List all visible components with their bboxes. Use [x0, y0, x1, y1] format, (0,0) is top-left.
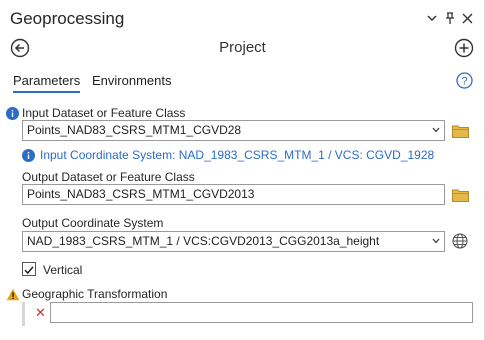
tool-nav-bar: Project	[0, 36, 485, 62]
tab-environments[interactable]: Environments	[92, 73, 171, 93]
remove-icon[interactable]: ✕	[35, 306, 46, 320]
pin-button[interactable]	[442, 10, 458, 26]
info-icon	[22, 149, 35, 162]
output-dataset-value: Points_NAD83_CSRS_MTM1_CGVD2013	[27, 187, 255, 201]
pane-title: Geoprocessing	[10, 9, 125, 28]
globe-icon[interactable]	[452, 233, 468, 249]
output-dataset-label: Output Dataset or Feature Class	[22, 170, 195, 184]
geographic-transformation-label: Geographic Transformation	[22, 287, 168, 301]
close-icon	[462, 13, 472, 23]
warning-icon	[6, 288, 20, 301]
vertical-checkbox[interactable]	[22, 262, 36, 276]
close-button[interactable]	[459, 10, 475, 26]
chevron-down-icon	[432, 238, 440, 244]
input-dataset-value: Points_NAD83_CSRS_MTM1_CGVD28	[27, 123, 242, 137]
output-dataset-input[interactable]: Points_NAD83_CSRS_MTM1_CGVD2013	[22, 184, 445, 205]
tab-parameters[interactable]: Parameters	[13, 73, 81, 93]
geographic-transformation-list: ✕	[22, 302, 474, 326]
output-coordinate-system-value: NAD_1983_CSRS_MTM_1 / VCS:CGVD2013_CGG20…	[27, 234, 380, 248]
pane-options-button[interactable]	[424, 10, 440, 26]
geographic-transformation-input[interactable]	[50, 302, 473, 323]
folder-icon[interactable]	[452, 124, 469, 138]
pin-icon	[446, 11, 454, 24]
info-message-text: Input Coordinate System: NAD_1983_CSRS_M…	[40, 148, 435, 162]
svg-text:?: ?	[461, 76, 467, 88]
help-icon: ?	[456, 72, 473, 89]
input-coordinate-system-message: Input Coordinate System: NAD_1983_CSRS_M…	[22, 148, 434, 162]
folder-icon[interactable]	[452, 188, 469, 202]
tab-bar: Parameters Environments ?	[0, 72, 485, 94]
plus-circle-icon	[454, 38, 474, 58]
output-coordinate-system-dropdown[interactable]: NAD_1983_CSRS_MTM_1 / VCS:CGVD2013_CGG20…	[22, 231, 445, 252]
input-dataset-dropdown[interactable]: Points_NAD83_CSRS_MTM1_CGVD28	[22, 120, 445, 141]
tool-title: Project	[219, 39, 266, 56]
chevron-down-icon	[432, 127, 440, 133]
vertical-label: Vertical	[43, 263, 83, 277]
input-dataset-label: Input Dataset or Feature Class	[22, 106, 186, 120]
add-button[interactable]	[454, 38, 474, 58]
output-coordinate-system-label: Output Coordinate System	[22, 216, 164, 230]
info-icon	[6, 107, 19, 120]
geoprocessing-pane: Geoprocessing Project Parameters Environ…	[0, 0, 485, 340]
checkmark-icon	[24, 266, 34, 275]
chevron-down-icon	[427, 15, 437, 21]
help-button[interactable]: ?	[456, 72, 473, 89]
pane-titlebar: Geoprocessing	[0, 0, 485, 36]
